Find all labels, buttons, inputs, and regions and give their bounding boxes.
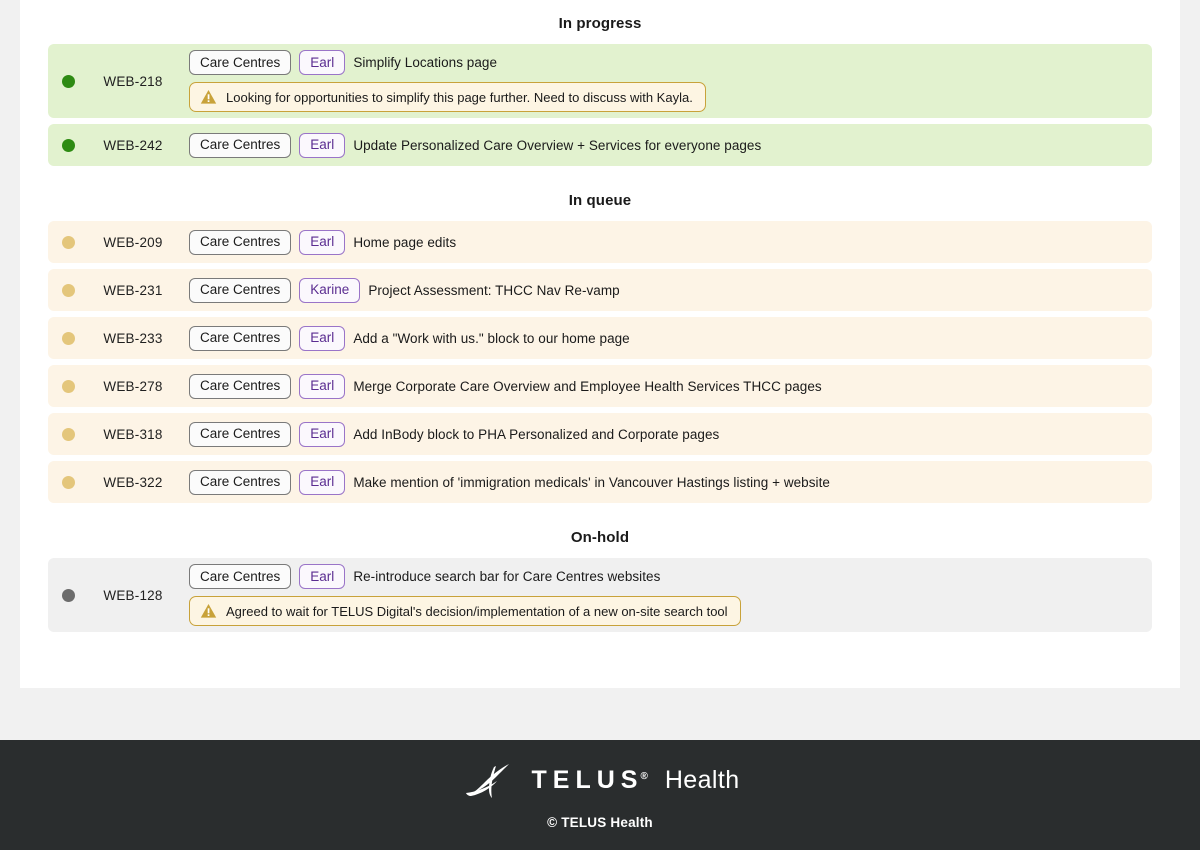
- task-body: Care Centres Earl Simplify Locations page L…: [179, 50, 1152, 112]
- copyright-text: © TELUS Health: [547, 814, 653, 830]
- telus-wordmark-text: TELUS: [531, 766, 644, 794]
- task-row[interactable]: WEB-242 Care Centres Earl Update Personaliz…: [48, 124, 1152, 166]
- task-row[interactable]: WEB-231 Care Centres Karine Project Assessm…: [48, 269, 1152, 311]
- ticket-id: WEB-209: [103, 234, 163, 250]
- project-chip[interactable]: Care Centres: [189, 564, 292, 589]
- project-chip[interactable]: Care Centres: [189, 229, 292, 255]
- status-dot-icon: [62, 588, 75, 602]
- task-title: Add a "Work with us." block to our home …: [353, 330, 630, 346]
- ticket-id: WEB-278: [103, 378, 163, 394]
- owner-chip[interactable]: Earl: [299, 50, 346, 75]
- task-rows: WEB-218 Care Centres Earl Simplify Location…: [48, 44, 1152, 166]
- section-in-progress: In progress WEB-218 Care Centres Earl Simpli…: [48, 0, 1152, 166]
- owner-chip[interactable]: Earl: [299, 229, 346, 255]
- task-main-line: Care Centres Earl Add InBody block to PHA …: [189, 421, 1152, 447]
- owner-chip[interactable]: Earl: [299, 373, 346, 399]
- project-chip[interactable]: Care Centres: [189, 277, 292, 303]
- status-dot-icon: [62, 235, 75, 249]
- task-board-page: In progress WEB-218 Care Centres Earl Simpli…: [0, 0, 1200, 850]
- task-title: Add InBody block to PHA Personalized and…: [353, 426, 720, 442]
- status-dot-icon: [62, 379, 75, 393]
- project-chip[interactable]: Care Centres: [189, 132, 292, 158]
- ticket-id: WEB-128: [103, 587, 163, 603]
- task-main-line: Care Centres Karine Project Assessment: TH…: [189, 277, 1152, 303]
- ticket-id: WEB-242: [103, 137, 163, 153]
- task-title: Make mention of 'immigration medicals' i…: [353, 474, 830, 490]
- section-header-in-progress: In progress: [558, 15, 642, 32]
- task-body: Care Centres Earl Merge Corporate Care Ove…: [179, 373, 1152, 399]
- ticket-id: WEB-231: [103, 282, 163, 298]
- task-row[interactable]: WEB-233 Care Centres Earl Add a "Work with …: [48, 317, 1152, 359]
- task-row[interactable]: WEB-318 Care Centres Earl Add InBody block …: [48, 413, 1152, 455]
- task-title: Project Assessment: THCC Nav Re-vamp: [368, 282, 620, 298]
- telus-wordmark: TELUS ®: [532, 766, 652, 795]
- owner-chip[interactable]: Earl: [299, 325, 346, 351]
- task-body: Care Centres Earl Home page edits: [179, 229, 1152, 255]
- owner-chip[interactable]: Earl: [299, 564, 346, 589]
- task-row[interactable]: WEB-218 Care Centres Earl Simplify Location…: [48, 44, 1152, 118]
- site-footer: TELUS ® Health © TELUS Health: [0, 740, 1200, 850]
- status-dot-icon: [62, 283, 75, 297]
- task-main-line: Care Centres Earl Add a "Work with us." bl…: [189, 325, 1152, 351]
- task-main-line: Care Centres Earl Update Personalized Care…: [189, 132, 1152, 158]
- task-note-text: Looking for opportunities to simplify th…: [226, 89, 693, 105]
- owner-chip[interactable]: Earl: [299, 132, 346, 158]
- ticket-id: WEB-233: [103, 330, 163, 346]
- task-body: Care Centres Earl Re-introduce search bar …: [179, 564, 1152, 626]
- content-card: In progress WEB-218 Care Centres Earl Simpli…: [20, 0, 1180, 688]
- status-dot-icon: [62, 331, 75, 345]
- owner-chip[interactable]: Earl: [299, 421, 346, 447]
- task-row[interactable]: WEB-209 Care Centres Earl Home page edits: [48, 221, 1152, 263]
- registered-mark: ®: [640, 771, 648, 782]
- ticket-id: WEB-218: [103, 73, 163, 89]
- section-in-queue: In queue WEB-209 Care Centres Earl Home page…: [48, 166, 1152, 503]
- task-row[interactable]: WEB-128 Care Centres Earl Re-introduce sear…: [48, 558, 1152, 632]
- task-rows: WEB-128 Care Centres Earl Re-introduce sear…: [48, 558, 1152, 632]
- task-body: Care Centres Earl Add a "Work with us." bl…: [179, 325, 1152, 351]
- task-note: Agreed to wait for TELUS Digital's decis…: [189, 596, 741, 626]
- project-chip[interactable]: Care Centres: [189, 373, 292, 399]
- owner-chip[interactable]: Karine: [299, 277, 361, 303]
- task-main-line: Care Centres Earl Home page edits: [189, 229, 1152, 255]
- task-main-line: Care Centres Earl Re-introduce search bar …: [189, 564, 1152, 589]
- task-title: Simplify Locations page: [353, 55, 498, 70]
- project-chip[interactable]: Care Centres: [189, 325, 292, 351]
- task-body: Care Centres Earl Add InBody block to PHA …: [179, 421, 1152, 447]
- task-main-line: Care Centres Earl Make mention of 'immigra…: [189, 469, 1152, 495]
- section-header-on-hold: On-hold: [570, 529, 630, 546]
- status-dot-icon: [62, 138, 75, 152]
- task-rows: WEB-209 Care Centres Earl Home page edits WE…: [48, 221, 1152, 503]
- task-row[interactable]: WEB-322 Care Centres Earl Make mention of '…: [48, 461, 1152, 503]
- owner-chip[interactable]: Earl: [299, 469, 346, 495]
- task-title: Merge Corporate Care Overview and Employ…: [353, 378, 822, 394]
- status-dot-icon: [62, 74, 75, 88]
- project-chip[interactable]: Care Centres: [189, 50, 292, 75]
- telus-swoosh-icon: [465, 763, 509, 798]
- task-main-line: Care Centres Earl Simplify Locations page: [189, 50, 1152, 75]
- task-main-line: Care Centres Earl Merge Corporate Care Ove…: [189, 373, 1152, 399]
- task-body: Care Centres Earl Update Personalized Care…: [179, 132, 1152, 158]
- task-note-text: Agreed to wait for TELUS Digital's decis…: [226, 603, 728, 619]
- project-chip[interactable]: Care Centres: [189, 469, 292, 495]
- warning-triangle-icon: [200, 90, 217, 104]
- task-title: Re-introduce search bar for Care Centres…: [353, 569, 661, 584]
- project-chip[interactable]: Care Centres: [189, 421, 292, 447]
- task-body: Care Centres Karine Project Assessment: TH…: [179, 277, 1152, 303]
- task-row[interactable]: WEB-278 Care Centres Earl Merge Corporate C…: [48, 365, 1152, 407]
- status-dot-icon: [62, 427, 75, 441]
- task-note: Looking for opportunities to simplify th…: [189, 82, 706, 112]
- telus-health-logo: TELUS ® Health: [461, 761, 740, 801]
- section-on-hold: On-hold WEB-128 Care Centres Earl Re-introdu…: [48, 503, 1152, 632]
- task-title: Update Personalized Care Overview + Serv…: [353, 137, 762, 153]
- status-dot-icon: [62, 475, 75, 489]
- task-body: Care Centres Earl Make mention of 'immigra…: [179, 469, 1152, 495]
- health-wordmark: Health: [664, 766, 740, 794]
- ticket-id: WEB-322: [103, 474, 163, 490]
- task-title: Home page edits: [353, 234, 457, 250]
- warning-triangle-icon: [200, 604, 217, 618]
- section-header-in-queue: In queue: [568, 192, 632, 209]
- ticket-id: WEB-318: [103, 426, 163, 442]
